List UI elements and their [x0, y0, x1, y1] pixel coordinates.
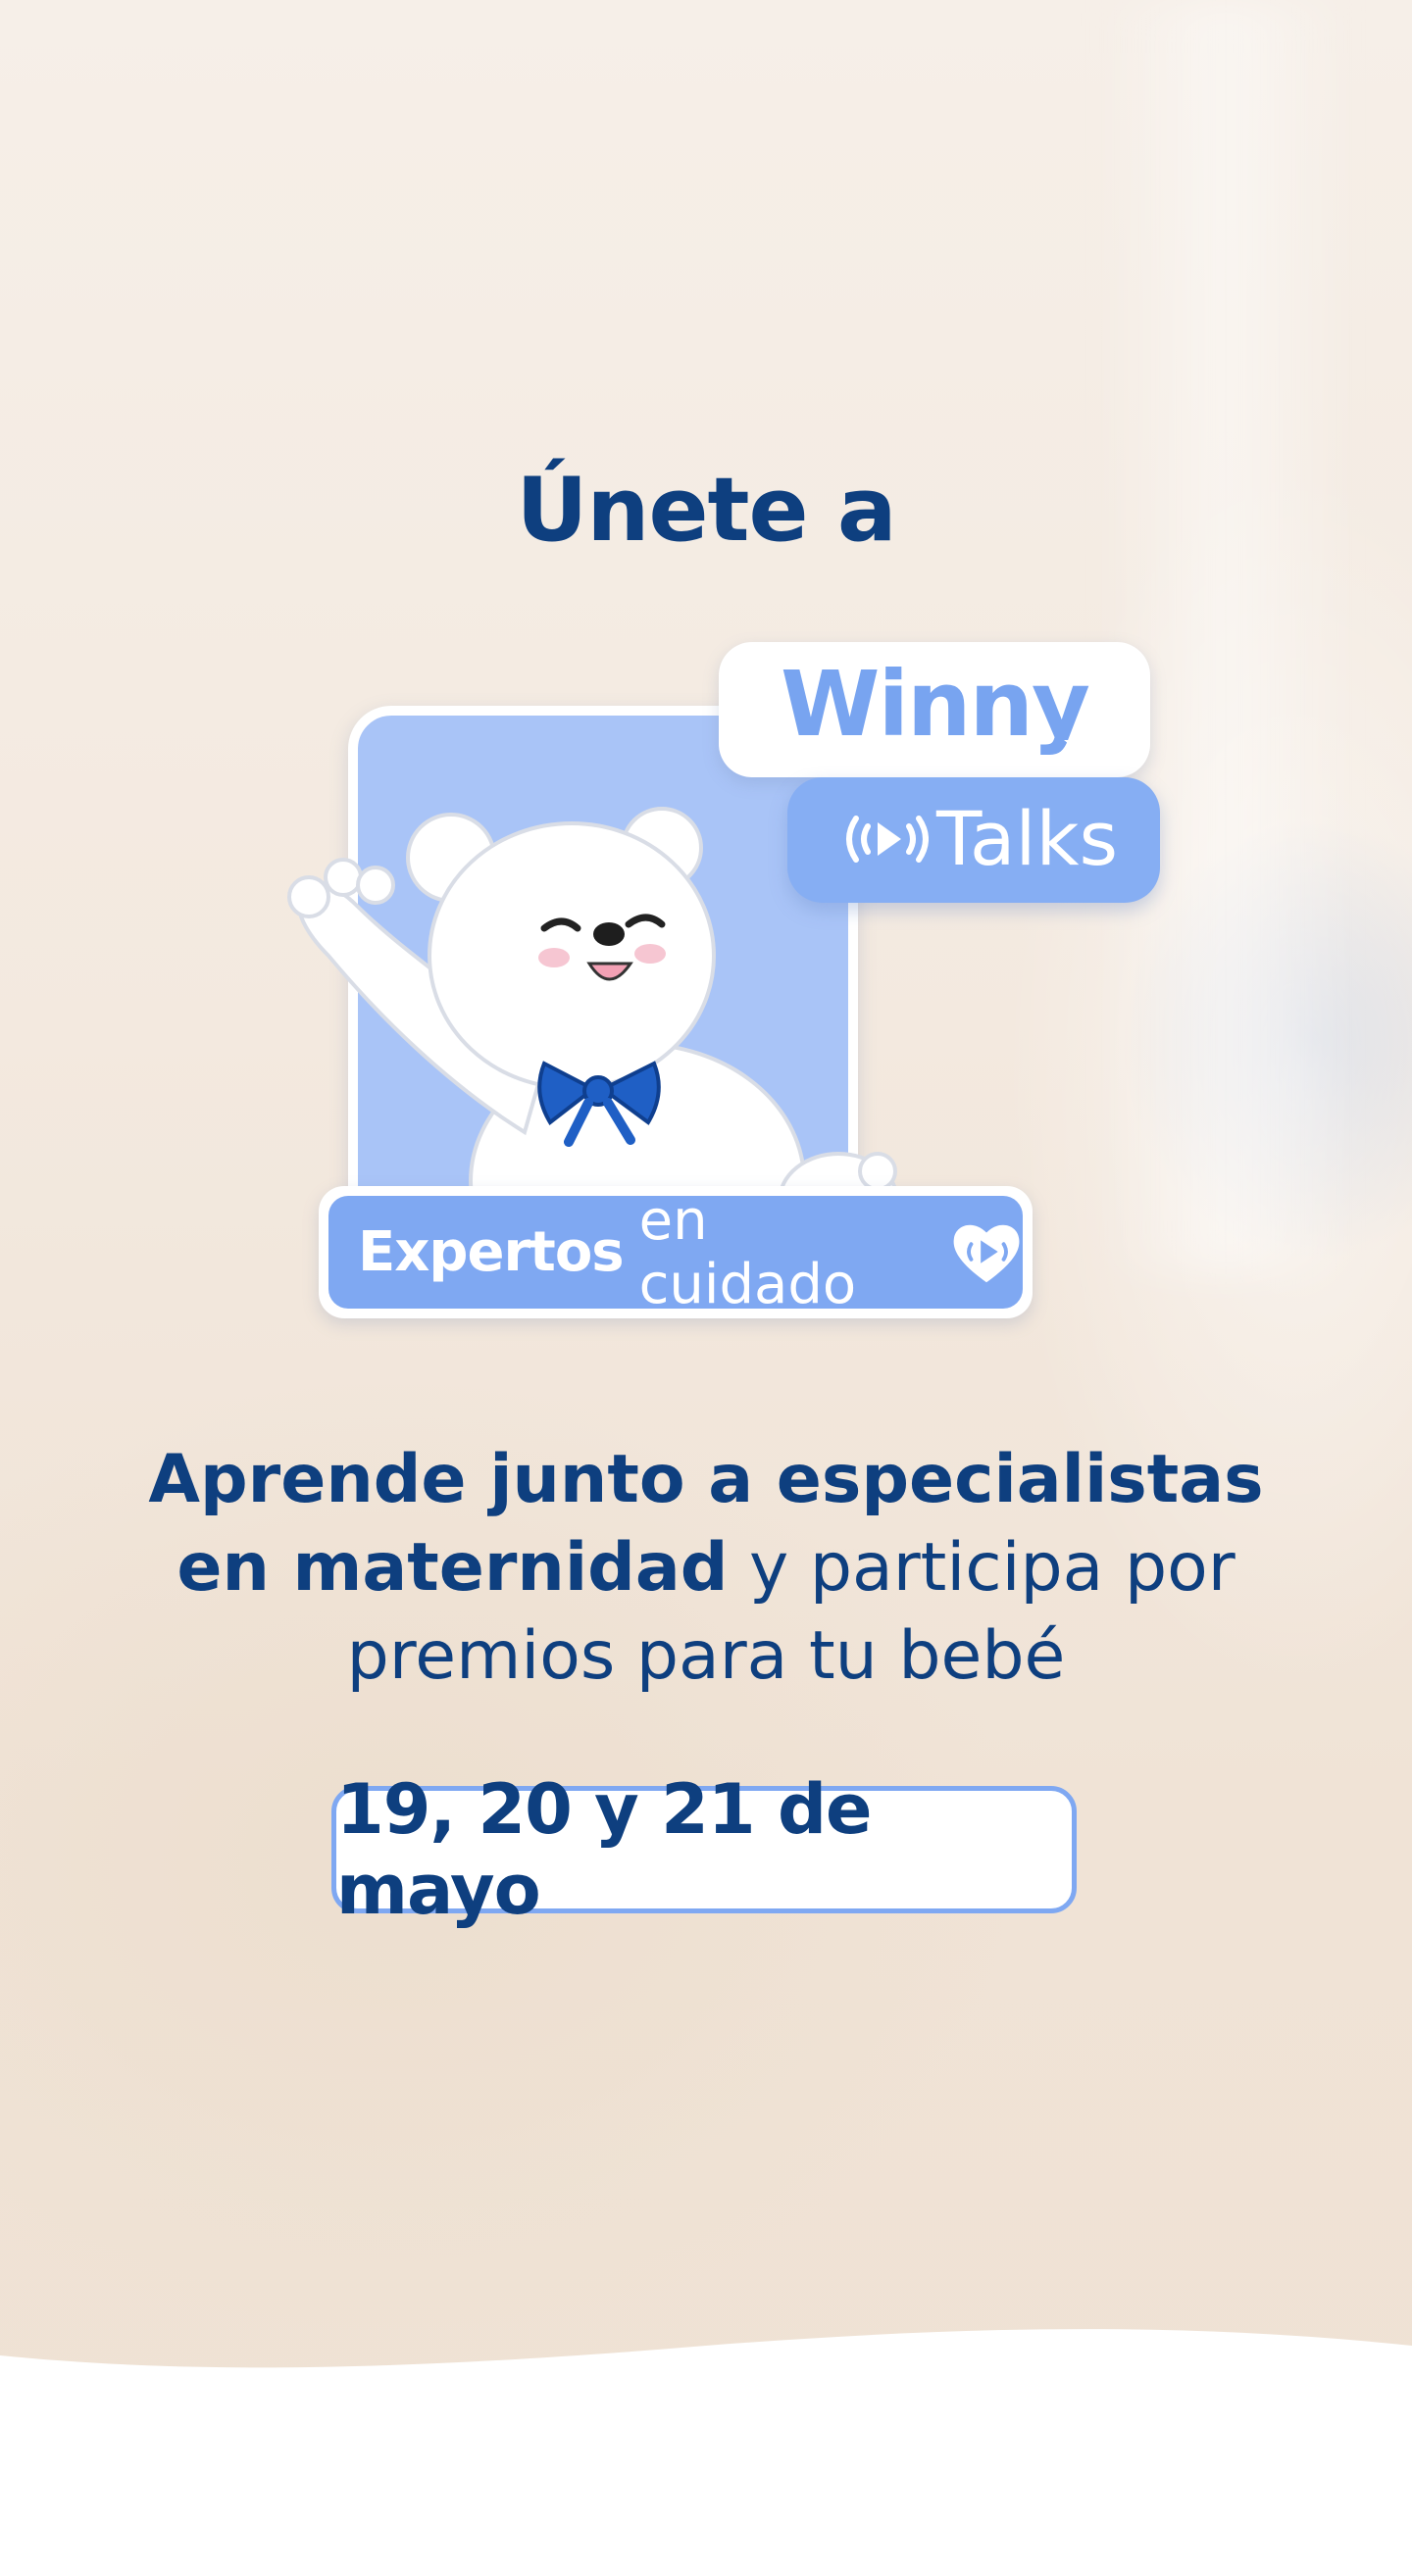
winny-talks-logo: Winny Talks Expertos en cuidado: [250, 642, 1172, 1318]
broadcast-play-icon: [846, 815, 929, 863]
talks-speech-bubble: Talks: [787, 777, 1160, 903]
expertos-banner: Expertos en cuidado: [319, 1186, 1033, 1318]
event-date-badge: 19, 20 y 21 de mayo: [331, 1769, 1077, 1930]
heart-play-icon: [953, 1224, 1020, 1282]
banner-bold-text: Expertos: [358, 1220, 625, 1284]
banner-regular-text: en cuidado: [638, 1188, 857, 1316]
headline: Únete a: [516, 459, 896, 562]
bottom-wave: [0, 2329, 1412, 2576]
event-date: 19, 20 y 21 de mayo: [336, 1769, 873, 1930]
tagline: Aprende junto a especialistas en materni…: [118, 1436, 1294, 1701]
talks-wordmark: Talks: [936, 795, 1119, 882]
